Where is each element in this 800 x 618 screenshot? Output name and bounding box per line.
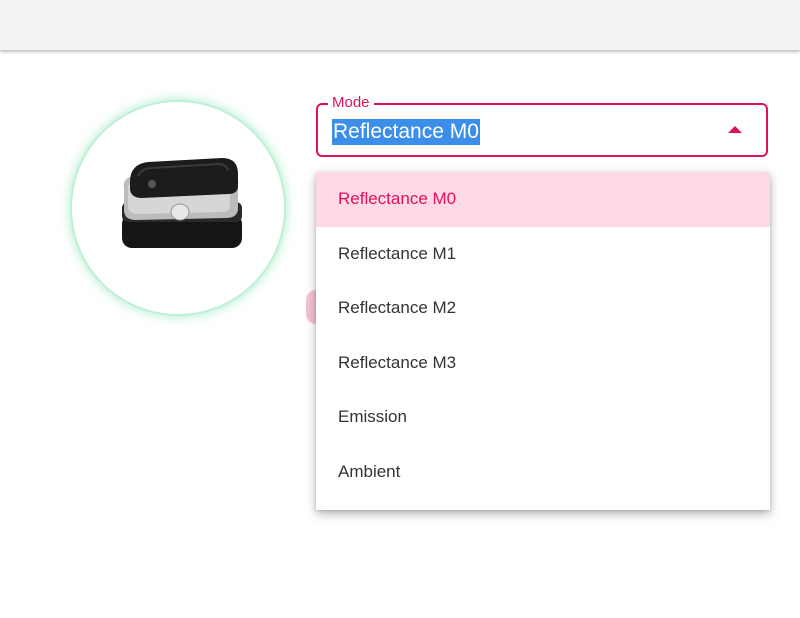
mode-label: Mode bbox=[328, 94, 374, 112]
menu-item-reflectance-m3[interactable]: Reflectance M3 bbox=[316, 336, 770, 391]
spectrophotometer-device-icon bbox=[122, 158, 242, 248]
menu-item-emission[interactable]: Emission bbox=[316, 390, 770, 445]
menu-item-ambient[interactable]: Ambient bbox=[316, 445, 770, 500]
mode-selected-value[interactable]: Reflectance M0 bbox=[332, 119, 480, 145]
menu-item-reflectance-m1[interactable]: Reflectance M1 bbox=[316, 227, 770, 282]
mode-dropdown-menu: Reflectance M0 Reflectance M1 Reflectanc… bbox=[316, 172, 770, 510]
menu-item-reflectance-m2[interactable]: Reflectance M2 bbox=[316, 281, 770, 336]
arrow-up-icon[interactable] bbox=[728, 126, 742, 133]
mode-select[interactable]: Mode Reflectance M0 bbox=[316, 94, 768, 157]
menu-item-reflectance-m0[interactable]: Reflectance M0 bbox=[316, 172, 770, 227]
top-app-bar bbox=[0, 0, 800, 50]
device-image bbox=[72, 102, 284, 314]
